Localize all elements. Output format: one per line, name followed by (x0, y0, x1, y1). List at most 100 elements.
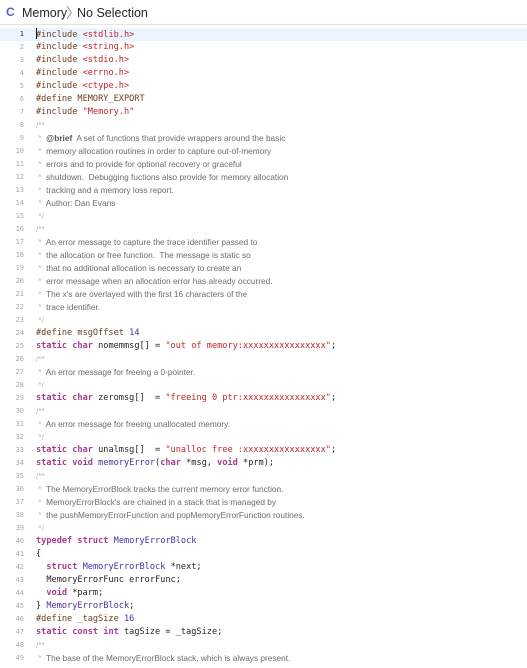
line-number: 44 (15, 589, 24, 597)
code-line[interactable]: 29 static char zeromsg[] = "freeing 0 ptr… (0, 392, 527, 405)
code-token: "unalloc free :xxxxxxxxxxxxxxxx" (165, 445, 331, 455)
code-line[interactable]: 1 #include <stdlib.h> (0, 28, 527, 41)
code-token: char (72, 393, 93, 403)
code-text: typedef struct MemoryErrorBlock (36, 535, 196, 548)
code-token: #define _tagSize (36, 614, 124, 624)
code-line[interactable]: 9 * @brief A set of functions that provi… (0, 132, 527, 145)
code-line[interactable]: 30 /** (0, 405, 527, 418)
code-token: { (36, 549, 42, 559)
line-number: 8 (19, 121, 24, 129)
code-line[interactable]: 8 /** (0, 119, 527, 132)
code-line[interactable]: 20 * error message when an allocation er… (0, 275, 527, 288)
code-line[interactable]: 10 * memory allocation routines in order… (0, 145, 527, 158)
code-text: #define _tagSize 16 (36, 613, 134, 626)
code-line[interactable]: 42 struct MemoryErrorBlock *next; (0, 561, 527, 574)
line-number: 34 (15, 459, 24, 467)
line-number: 23 (15, 316, 24, 324)
code-comment: * An error message for freeing a 0-point… (36, 366, 195, 379)
code-comment: * The x's are overlayed with the first 1… (36, 288, 247, 301)
code-comment: * that no additional allocation is neces… (36, 262, 241, 275)
line-number: 37 (15, 498, 24, 506)
code-line[interactable]: 39 */ (0, 522, 527, 535)
code-token: * (36, 510, 47, 520)
code-token: The base of the MemoryErrorBlock stack, … (46, 653, 291, 663)
code-token: static (36, 393, 68, 403)
code-line[interactable]: 22 * trace identifier. (0, 301, 527, 314)
code-line[interactable]: 3 #include <stdio.h> (0, 54, 527, 67)
code-line[interactable]: 32 */ (0, 431, 527, 444)
code-token: /** (36, 224, 45, 234)
code-line[interactable]: 49 * The base of the MemoryErrorBlock st… (0, 652, 527, 665)
code-token: Author: Dan Evans (45, 198, 116, 208)
line-number: 24 (15, 329, 24, 337)
code-line[interactable]: 35 /** (0, 470, 527, 483)
code-token: "Memory.h" (82, 107, 135, 117)
code-line[interactable]: 21 * The x's are overlayed with the firs… (0, 288, 527, 301)
breadcrumb-selection[interactable]: No Selection (77, 6, 148, 20)
code-line[interactable]: 45} MemoryErrorBlock; (0, 600, 527, 613)
code-line[interactable]: 47 static const int tagSize = _tagSize; (0, 626, 527, 639)
code-token: #include (36, 42, 83, 52)
code-line[interactable]: 16 /** (0, 223, 527, 236)
line-number: 22 (15, 303, 24, 311)
code-token: * (36, 302, 47, 312)
code-token: */ (36, 523, 44, 533)
code-line[interactable]: 26 /** (0, 353, 527, 366)
code-line[interactable]: 13 * tracking and a memory loss report. (0, 184, 527, 197)
code-line[interactable]: 4 #include <errno.h> (0, 67, 527, 80)
code-token: void (72, 458, 93, 468)
line-number: 46 (15, 615, 24, 623)
code-editor[interactable]: 1 #include <stdlib.h> 2 #include <string.h>… (0, 28, 527, 665)
code-line[interactable]: 43 MemoryErrorFunc errorFunc; (0, 574, 527, 587)
code-line[interactable]: 31 * An error message for freeing unallo… (0, 418, 527, 431)
code-line[interactable]: 15 */ (0, 210, 527, 223)
code-line[interactable]: 36 * The MemoryErrorBlock tracks the cur… (0, 483, 527, 496)
code-token: * (36, 419, 46, 429)
code-line[interactable]: 48 /** (0, 639, 527, 652)
code-token: *next; (165, 562, 202, 572)
code-comment: * trace identifier. (36, 301, 100, 314)
code-line[interactable]: 6 #define MEMORY_EXPORT (0, 93, 527, 106)
code-line[interactable]: 14 * Author: Dan Evans (0, 197, 527, 210)
code-token: shutdown. Debugging fuctions also provid… (46, 172, 289, 182)
code-line[interactable]: 33 static char unalmsg[] = "unalloc free … (0, 444, 527, 457)
code-line[interactable]: 46 #define _tagSize 16 (0, 613, 527, 626)
code-line[interactable]: 11 * errors and to provide for optional … (0, 158, 527, 171)
code-text: #include <stdlib.h> (36, 28, 134, 42)
code-token: trace identifier. (46, 302, 101, 312)
code-line[interactable]: 40 typedef struct MemoryErrorBlock (0, 535, 527, 548)
code-line[interactable]: 18 * the allocation or free function. Th… (0, 249, 527, 262)
code-line[interactable]: 44 void *parm; (0, 587, 527, 600)
code-line[interactable]: 17 * An error message to capture the tra… (0, 236, 527, 249)
code-token: */ (36, 315, 44, 325)
code-line[interactable]: 5 #include <ctype.h> (0, 80, 527, 93)
code-line[interactable]: 41 { (0, 548, 527, 561)
code-line[interactable]: 23 */ (0, 314, 527, 327)
code-line[interactable]: 24 #define msgOffset 14 (0, 327, 527, 340)
line-number: 20 (15, 277, 24, 285)
code-comment: * tracking and a memory loss report. (36, 184, 174, 197)
code-line[interactable]: 38 * the pushMemoryErrorFunction and pop… (0, 509, 527, 522)
code-line[interactable]: 12 * shutdown. Debugging fuctions also p… (0, 171, 527, 184)
code-token: */ (36, 432, 44, 442)
code-line[interactable]: 27 * An error message for freeing a 0-po… (0, 366, 527, 379)
breadcrumb-file[interactable]: Memory (22, 6, 67, 20)
code-token: tagSize = _tagSize; (118, 627, 223, 637)
code-line[interactable]: 25 static char nomemmsg[] = "out of memor… (0, 340, 527, 353)
code-comment: * @brief A set of functions that provide… (36, 132, 285, 145)
code-token: *parm; (67, 588, 104, 598)
code-token: <ctype.h> (82, 81, 130, 91)
code-token: nomemmsg[] = (92, 341, 166, 351)
code-token: memoryError (98, 458, 156, 468)
code-token: "out of memory:xxxxxxxxxxxxxxxx" (165, 341, 331, 351)
code-token: * (36, 237, 46, 247)
code-token: MemoryErrorBlock's are chained in a stac… (46, 497, 277, 507)
code-line[interactable]: 19 * that no additional allocation is ne… (0, 262, 527, 275)
code-line[interactable]: 28 */ (0, 379, 527, 392)
code-line[interactable]: 2 #include <string.h> (0, 41, 527, 54)
code-line[interactable]: 37 * MemoryErrorBlock's are chained in a… (0, 496, 527, 509)
code-line[interactable]: 7 #include "Memory.h" (0, 106, 527, 119)
line-number: 18 (15, 251, 24, 259)
code-line[interactable]: 34 static void memoryError(char *msg, voi… (0, 457, 527, 470)
